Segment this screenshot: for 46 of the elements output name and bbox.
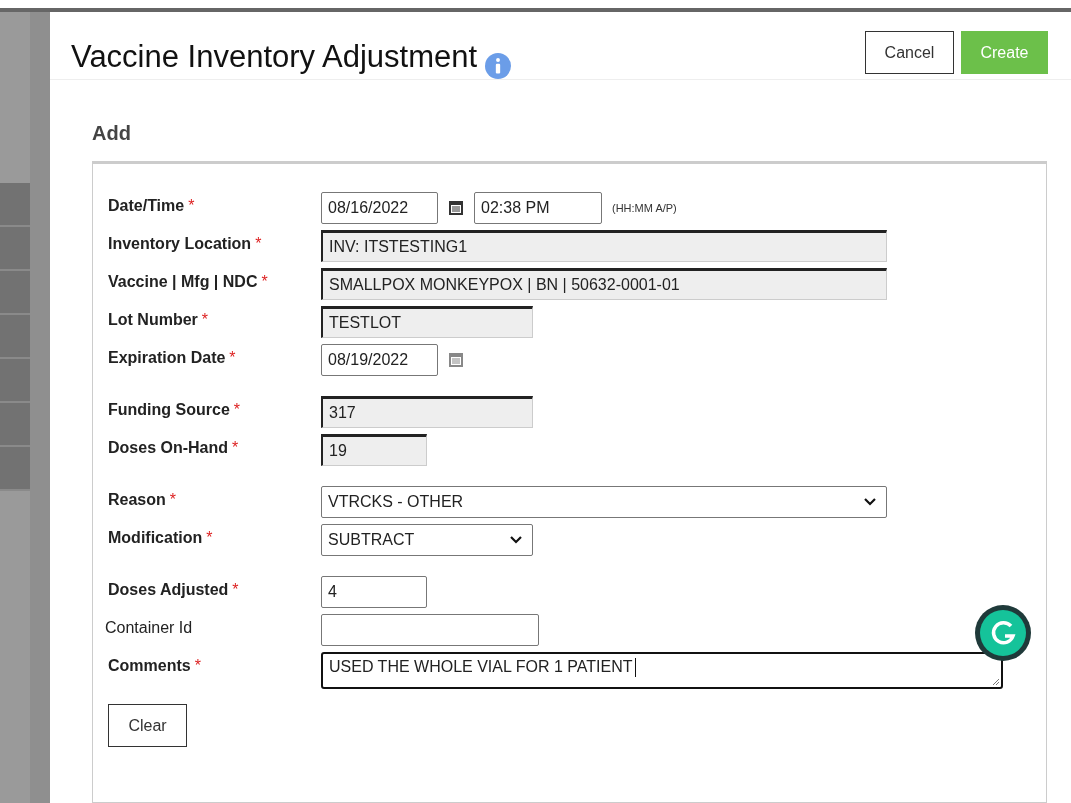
- field-label: Funding Source: [108, 401, 230, 418]
- input-field[interactable]: [321, 614, 539, 646]
- input-field[interactable]: 19: [321, 434, 427, 466]
- clear-button[interactable]: Clear: [108, 704, 187, 747]
- required-mark: *: [233, 401, 240, 418]
- field-label: Expiration Date: [108, 349, 226, 366]
- input-field[interactable]: 02:38 PM: [474, 192, 602, 224]
- field-label: Modification: [108, 529, 203, 546]
- input-field[interactable]: 317: [321, 396, 533, 428]
- field-label: Doses Adjusted: [108, 581, 229, 598]
- grammarly-icon[interactable]: [974, 604, 1032, 662]
- cancel-button[interactable]: Cancel: [865, 31, 954, 74]
- required-mark: *: [232, 439, 239, 456]
- required-mark: *: [169, 491, 177, 508]
- section-title: Add: [92, 122, 132, 145]
- required-mark: *: [255, 235, 262, 252]
- input-field[interactable]: SMALLPOX MONKEYPOX | BN | 50632-0001-01: [321, 268, 887, 300]
- required-mark: *: [206, 529, 213, 546]
- calendar-icon[interactable]: [448, 200, 464, 216]
- required-mark: *: [229, 349, 236, 366]
- resize-grip-icon[interactable]: [992, 678, 1000, 686]
- info-icon[interactable]: [485, 53, 512, 79]
- field-label: Lot Number: [108, 311, 198, 328]
- input-field[interactable]: 08/16/2022: [321, 192, 438, 224]
- field-label: Reason: [108, 491, 166, 508]
- chevron-down-icon: [510, 536, 522, 544]
- field-label: Date/Time: [108, 197, 185, 214]
- required-mark: *: [201, 311, 208, 328]
- input-field[interactable]: INV: ITSTESTING1: [321, 230, 887, 262]
- format-hint: (HH:MM A/P): [612, 202, 677, 214]
- dropdown[interactable]: VTRCKS - OTHER: [321, 486, 887, 518]
- required-mark: *: [194, 657, 201, 674]
- field-label: Container Id: [105, 619, 193, 636]
- field-label: Vaccine | Mfg | NDC: [108, 273, 258, 290]
- comments-field[interactable]: USED THE WHOLE VIAL FOR 1 PATIENT: [321, 652, 1003, 689]
- required-mark: *: [261, 273, 268, 290]
- chevron-down-icon: [864, 498, 876, 506]
- page-title: Vaccine Inventory Adjustment: [71, 39, 478, 75]
- dropdown[interactable]: SUBTRACT: [321, 524, 533, 556]
- field-label: Inventory Location: [108, 235, 252, 252]
- required-mark: *: [188, 197, 195, 214]
- field-label: Comments: [108, 657, 191, 674]
- input-field[interactable]: TESTLOT: [321, 306, 533, 338]
- field-label: Doses On-Hand: [108, 439, 228, 456]
- input-field[interactable]: 4: [321, 576, 427, 608]
- required-mark: *: [232, 581, 239, 598]
